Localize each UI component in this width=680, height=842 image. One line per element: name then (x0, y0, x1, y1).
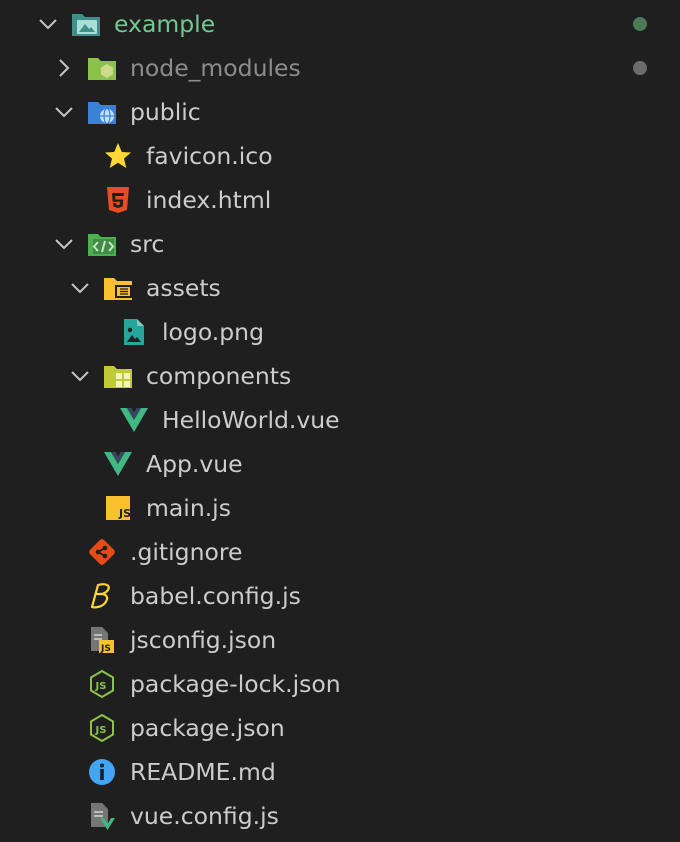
tree-item-package-lock[interactable]: JS package-lock.json (0, 662, 680, 706)
tree-item-babel-config[interactable]: babel.config.js (0, 574, 680, 618)
tree-item-label: .gitignore (130, 538, 243, 566)
tree-item-src[interactable]: src (0, 222, 680, 266)
tree-item-label: logo.png (162, 318, 264, 346)
folder-public-icon (86, 96, 118, 128)
tree-item-public[interactable]: public (0, 90, 680, 134)
tree-item-label: components (146, 362, 292, 390)
nodejs-icon: JS (86, 668, 118, 700)
tree-item-gitignore[interactable]: .gitignore (0, 530, 680, 574)
vue-icon (118, 404, 150, 436)
tree-item-helloworld-vue[interactable]: HelloWorld.vue (0, 398, 680, 442)
tree-item-label: favicon.ico (146, 142, 273, 170)
chevron-down-icon[interactable] (37, 13, 59, 35)
chevron-down-icon[interactable] (69, 277, 91, 299)
tree-item-components[interactable]: components (0, 354, 680, 398)
tree-item-label: assets (146, 274, 221, 302)
star-icon (102, 140, 134, 172)
tree-item-label: babel.config.js (130, 582, 301, 610)
tree-item-label: package-lock.json (130, 670, 341, 698)
tree-item-label: index.html (146, 186, 272, 214)
jsconfig-icon: JS (86, 624, 118, 656)
js-icon: JS (102, 492, 134, 524)
chevron-down-icon[interactable] (53, 233, 75, 255)
tree-item-label: main.js (146, 494, 231, 522)
folder-image-icon (70, 8, 102, 40)
modified-indicator-dot (633, 17, 647, 31)
tree-item-label: jsconfig.json (130, 626, 277, 654)
vue-config-icon (86, 800, 118, 832)
tree-item-readme[interactable]: README.md (0, 750, 680, 794)
svg-text:JS: JS (118, 507, 131, 520)
info-icon (86, 756, 118, 788)
babel-icon (86, 580, 118, 612)
tree-item-label: README.md (130, 758, 276, 786)
tree-item-jsconfig[interactable]: JS jsconfig.json (0, 618, 680, 662)
tree-item-label: public (130, 98, 201, 126)
vue-icon (102, 448, 134, 480)
svg-text:JS: JS (95, 725, 107, 736)
chevron-down-icon[interactable] (69, 365, 91, 387)
tree-item-label: vue.config.js (130, 802, 279, 830)
tree-item-favicon[interactable]: favicon.ico (0, 134, 680, 178)
folder-components-icon (102, 360, 134, 392)
tree-item-package-json[interactable]: JS package.json (0, 706, 680, 750)
tree-item-node-modules[interactable]: node_modules (0, 46, 680, 90)
tree-item-label: example (114, 10, 216, 38)
tree-item-app-vue[interactable]: App.vue (0, 442, 680, 486)
tree-item-example[interactable]: example (0, 2, 680, 46)
html5-icon (102, 184, 134, 216)
svg-text:JS: JS (100, 644, 111, 654)
tree-item-index-html[interactable]: index.html (0, 178, 680, 222)
svg-text:JS: JS (95, 681, 107, 692)
nodejs-icon: JS (86, 712, 118, 744)
tree-item-label: src (130, 230, 165, 258)
tree-item-label: HelloWorld.vue (162, 406, 340, 434)
tree-item-assets[interactable]: assets (0, 266, 680, 310)
tree-item-label: App.vue (146, 450, 243, 478)
folder-assets-icon (102, 272, 134, 304)
chevron-down-icon[interactable] (53, 101, 75, 123)
git-icon (86, 536, 118, 568)
tree-item-label: package.json (130, 714, 285, 742)
image-file-icon (118, 316, 150, 348)
tree-item-vue-config[interactable]: vue.config.js (0, 794, 680, 838)
tree-item-main-js[interactable]: JS main.js (0, 486, 680, 530)
folder-src-icon (86, 228, 118, 260)
tree-item-label: node_modules (130, 54, 301, 82)
tree-item-logo-png[interactable]: logo.png (0, 310, 680, 354)
ignored-indicator-dot (633, 61, 647, 75)
file-explorer-tree: example node_modules public favicon.ico … (0, 0, 680, 842)
folder-node-icon (86, 52, 118, 84)
chevron-right-icon[interactable] (53, 57, 75, 79)
